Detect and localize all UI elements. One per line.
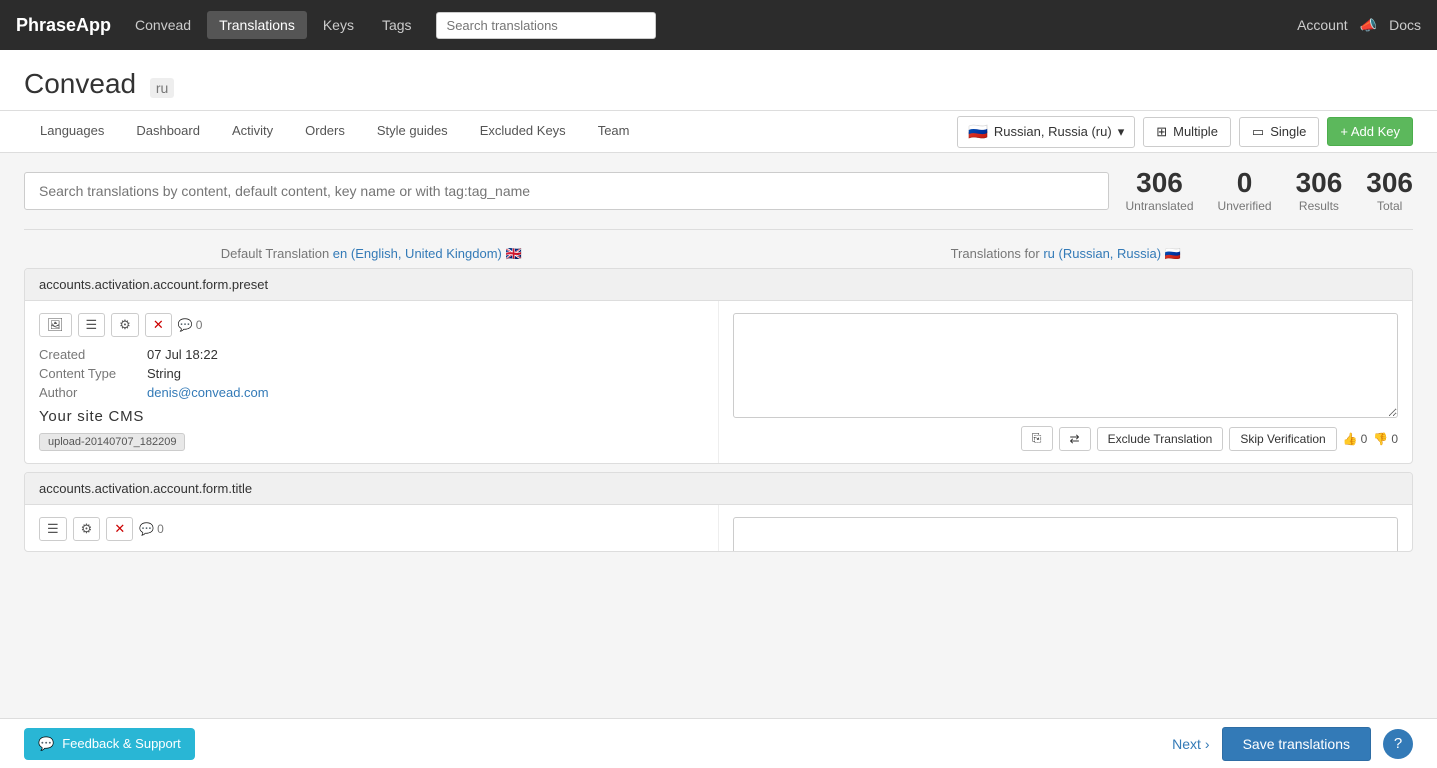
tag-badge: upload-20140707_182209 — [39, 425, 704, 451]
comment-count-2: 💬 0 — [139, 522, 164, 536]
megaphone-icon[interactable]: 📣 — [1360, 17, 1377, 34]
list-tool-button[interactable]: ☰ — [78, 313, 106, 337]
locale-badge: ru — [150, 78, 174, 98]
page-header: Convead ru — [0, 50, 1437, 111]
grid-icon: ⊞ — [1156, 124, 1167, 140]
nav-translations[interactable]: Translations — [207, 11, 307, 39]
nav-convead[interactable]: Convead — [123, 11, 203, 39]
card-tools: 🖼 ☰ ⚙ ✕ 💬 0 — [39, 313, 704, 337]
chevron-down-icon: ▾ — [1118, 124, 1125, 140]
add-key-button[interactable]: + Add Key — [1327, 117, 1413, 146]
thumbs-up-icon: 👍 — [1343, 432, 1358, 446]
subnav-team[interactable]: Team — [582, 111, 646, 152]
translation-input[interactable] — [733, 313, 1398, 418]
translation-card: accounts.activation.account.form.preset … — [24, 268, 1413, 464]
card-right: ⎘ ⇄ Feedback & Support Exclude Translati… — [719, 301, 1412, 463]
account-dropdown[interactable]: Account — [1297, 17, 1348, 33]
col-header-left: Default Translation en (English, United … — [24, 246, 719, 262]
list-tool-button-2[interactable]: ☰ — [39, 517, 67, 541]
top-search-wrap — [436, 12, 656, 39]
flag-ru-icon: 🇷🇺 — [968, 122, 988, 142]
feedback-button[interactable]: 💬 Feedback & Support — [24, 728, 195, 760]
stat-unverified: 0 Unverified — [1218, 169, 1272, 213]
help-button[interactable]: ? — [1383, 729, 1413, 759]
stat-untranslated: 306 Untranslated — [1125, 169, 1193, 213]
nav-tags[interactable]: Tags — [370, 11, 424, 39]
search-stats-row: 306 Untranslated 0 Unverified 306 Result… — [24, 169, 1413, 213]
subnav-languages[interactable]: Languages — [24, 111, 120, 152]
skip-verification-button[interactable]: Skip Verification — [1229, 427, 1336, 451]
dislike-badge: 👎 0 — [1373, 432, 1398, 446]
author-link[interactable]: denis@convead.com — [147, 385, 269, 400]
save-translations-button[interactable]: Save translations — [1222, 727, 1371, 761]
nav-keys[interactable]: Keys — [311, 11, 366, 39]
card-left-2: ☰ ⚙ ✕ 💬 0 Initial account form — [25, 505, 719, 552]
top-right-links: Account 📣 Docs — [1297, 17, 1421, 34]
card-tools-2: ☰ ⚙ ✕ 💬 0 — [39, 517, 704, 541]
main-search-input[interactable] — [24, 172, 1109, 210]
main-content: 306 Untranslated 0 Unverified 306 Result… — [0, 153, 1437, 630]
default-text: Your site CMS — [39, 408, 704, 425]
card-key-row: accounts.activation.account.form.preset — [25, 269, 1412, 301]
top-search-input[interactable] — [436, 12, 656, 39]
meta-author: Author denis@convead.com — [39, 385, 704, 400]
comment-count: 💬 0 — [178, 318, 203, 332]
feedback-icon: 💬 — [38, 736, 54, 752]
delete-tool-button[interactable]: ✕ — [145, 313, 172, 337]
subnav-activity[interactable]: Activity — [216, 111, 289, 152]
comment-icon: 💬 — [178, 318, 193, 332]
card-left: 🖼 ☰ ⚙ ✕ 💬 0 Created 07 Jul 18:22 Content… — [25, 301, 719, 463]
exclude-translation-action-button[interactable]: Exclude Translation — [1097, 427, 1224, 451]
settings-tool-button-2[interactable]: ⚙ — [73, 517, 101, 541]
single-button[interactable]: ▭ Single — [1239, 117, 1319, 147]
stat-results: 306 Results — [1296, 169, 1343, 213]
stats-block: 306 Untranslated 0 Unverified 306 Result… — [1125, 169, 1413, 213]
col-header-right: Translations for ru (Russian, Russia) 🇷🇺 — [719, 246, 1414, 262]
bottom-bar: 💬 Feedback & Support Next › Save transla… — [0, 718, 1437, 768]
divider — [24, 229, 1413, 230]
card-body-2: ☰ ⚙ ✕ 💬 0 Initial account form — [25, 505, 1412, 552]
subnav-dashboard[interactable]: Dashboard — [120, 111, 216, 152]
brand-logo: PhraseApp — [16, 15, 111, 36]
translation-card-2: accounts.activation.account.form.title ☰… — [24, 472, 1413, 552]
subnav-excluded-keys[interactable]: Excluded Keys — [464, 111, 582, 152]
key-name-2: accounts.activation.account.form.title — [39, 481, 252, 496]
chevron-right-icon: › — [1205, 736, 1210, 752]
page-title: Convead ru — [24, 68, 1413, 100]
delete-tool-button-2[interactable]: ✕ — [106, 517, 133, 541]
card-body: 🖼 ☰ ⚙ ✕ 💬 0 Created 07 Jul 18:22 Content… — [25, 301, 1412, 463]
next-link[interactable]: Next › — [1172, 736, 1209, 752]
translation-input-2[interactable] — [733, 517, 1398, 552]
share-button[interactable]: ⇄ — [1059, 427, 1091, 451]
subnav-style-guides[interactable]: Style guides — [361, 111, 464, 152]
language-label: Russian, Russia (ru) — [994, 124, 1112, 139]
stat-total: 306 Total — [1366, 169, 1413, 213]
key-name: accounts.activation.account.form.preset — [39, 277, 268, 292]
column-headers: Default Translation en (English, United … — [24, 246, 1413, 268]
sub-nav: Languages Dashboard Activity Orders Styl… — [0, 111, 1437, 153]
meta-created: Created 07 Jul 18:22 — [39, 347, 704, 362]
docs-link[interactable]: Docs — [1389, 17, 1421, 33]
image-tool-button[interactable]: 🖼 — [39, 313, 72, 337]
comment-icon-2: 💬 — [139, 522, 154, 536]
card-key-row-2: accounts.activation.account.form.title — [25, 473, 1412, 505]
like-badge: 👍 0 — [1343, 432, 1368, 446]
bottom-right-actions: Next › Save translations ? — [1172, 727, 1413, 761]
thumbs-down-icon: 👎 — [1373, 432, 1388, 446]
default-text-2: Initial account form — [39, 551, 704, 552]
subnav-actions: 🇷🇺 Russian, Russia (ru) ▾ ⊞ Multiple ▭ S… — [957, 116, 1413, 148]
meta-content-type: Content Type String — [39, 366, 704, 381]
top-nav: PhraseApp Convead Translations Keys Tags… — [0, 0, 1437, 50]
table-icon: ▭ — [1252, 124, 1264, 140]
multiple-button[interactable]: ⊞ Multiple — [1143, 117, 1231, 147]
settings-tool-button[interactable]: ⚙ — [111, 313, 139, 337]
subnav-orders[interactable]: Orders — [289, 111, 361, 152]
language-selector[interactable]: 🇷🇺 Russian, Russia (ru) ▾ — [957, 116, 1135, 148]
translation-actions: ⎘ ⇄ Feedback & Support Exclude Translati… — [733, 426, 1398, 451]
card-right-2 — [719, 505, 1412, 552]
copy-button[interactable]: ⎘ — [1021, 426, 1053, 451]
